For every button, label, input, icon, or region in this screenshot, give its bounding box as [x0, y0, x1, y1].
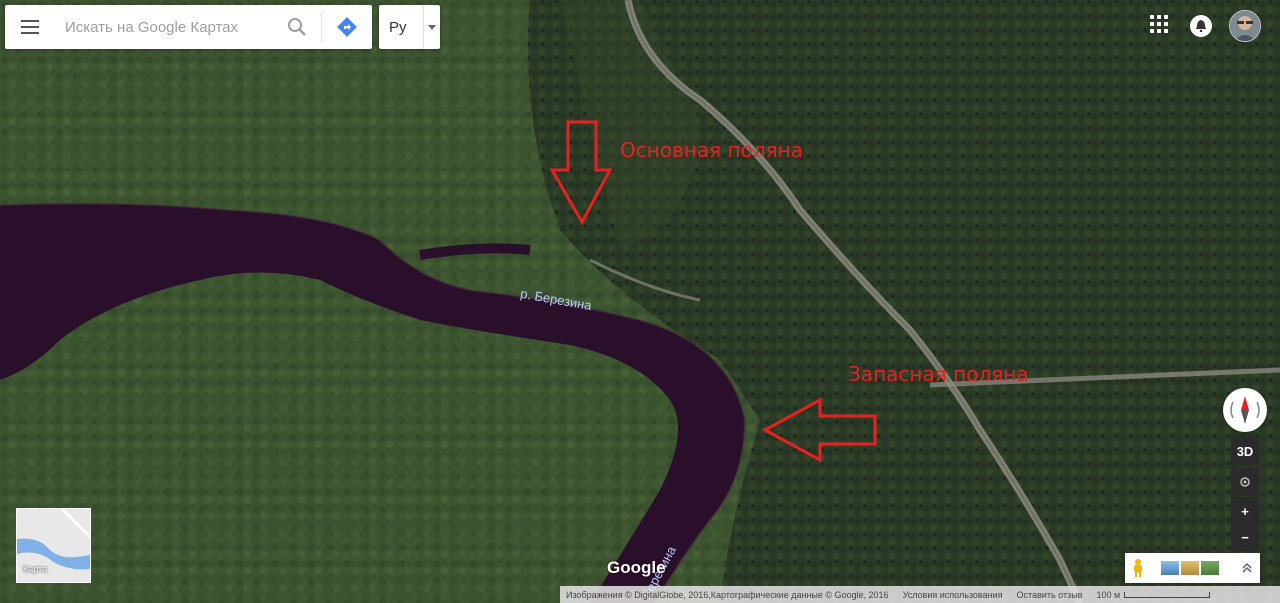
search-icon: [288, 18, 306, 36]
terms-link[interactable]: Условия использования: [903, 590, 1003, 600]
thumbnail-sky[interactable]: [1161, 561, 1179, 575]
language-select[interactable]: Ру: [379, 5, 440, 49]
search-box: [5, 5, 372, 49]
attribution-bar: Изображения © DigitalGlobe, 2016,Картогр…: [560, 586, 1280, 603]
scale-bar: [1124, 591, 1211, 598]
satellite-map[interactable]: [0, 0, 1280, 603]
avatar[interactable]: [1229, 10, 1261, 42]
expand-button[interactable]: [1234, 563, 1260, 573]
compass-icon: [1230, 396, 1260, 424]
compass-button[interactable]: [1223, 388, 1267, 432]
imagery-thumbnails[interactable]: [1161, 561, 1219, 575]
bell-icon: [1196, 20, 1206, 32]
scale-indicator[interactable]: 100 м: [1096, 589, 1211, 600]
zoom-in-button[interactable]: +: [1231, 497, 1259, 525]
search-button[interactable]: [273, 5, 321, 49]
search-input[interactable]: [55, 5, 273, 49]
notifications-button[interactable]: [1190, 15, 1212, 37]
street-view-bar: [1125, 553, 1260, 583]
label-main-clearing: Основная поляна: [620, 138, 804, 162]
apps-button[interactable]: [1150, 15, 1170, 35]
pegman-button[interactable]: [1125, 559, 1151, 577]
thumbnail-field[interactable]: [1181, 561, 1199, 575]
map-type-toggle[interactable]: Карта: [16, 508, 91, 583]
directions-icon: [337, 17, 357, 37]
zoom-out-button[interactable]: −: [1231, 523, 1259, 551]
location-target-icon: [1240, 477, 1250, 487]
feedback-link[interactable]: Оставить отзыв: [1016, 590, 1082, 600]
apps-grid-icon: [1150, 15, 1168, 33]
language-label: Ру: [389, 18, 407, 36]
directions-button[interactable]: [322, 5, 372, 49]
avatar-image: [1230, 11, 1260, 41]
google-logo: Google: [607, 558, 666, 577]
tilt-3d-button[interactable]: 3D: [1231, 437, 1259, 465]
label-backup-clearing: Запасная поляна: [848, 362, 1029, 386]
scale-label: 100 м: [1096, 589, 1121, 600]
hamburger-icon: [21, 20, 39, 34]
chevron-up-icon: [1242, 563, 1252, 573]
my-location-button[interactable]: [1231, 468, 1259, 496]
pegman-icon: [1134, 559, 1142, 577]
minimap-label: Карта: [23, 564, 48, 574]
thumbnail-forest[interactable]: [1201, 561, 1219, 575]
caret-down-icon: [424, 24, 440, 30]
menu-button[interactable]: [5, 5, 55, 49]
imagery-credit: Изображения © DigitalGlobe, 2016,Картогр…: [566, 589, 889, 600]
